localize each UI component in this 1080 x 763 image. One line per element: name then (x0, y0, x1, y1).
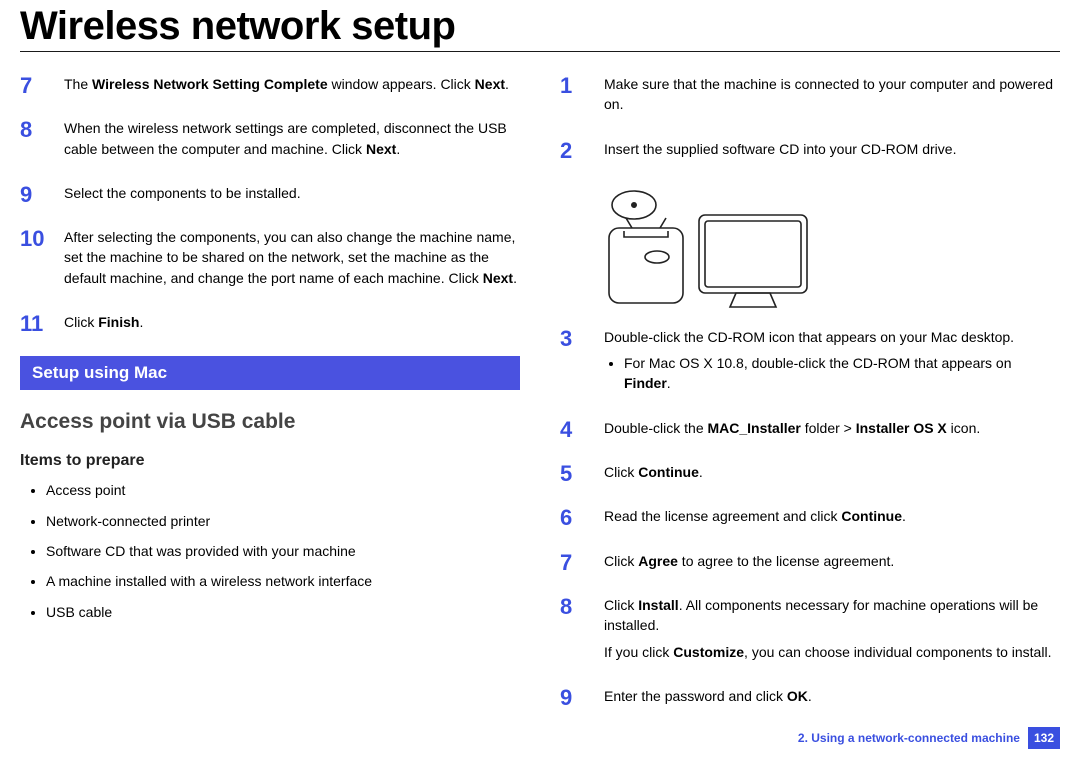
step-text: Double-click the CD-ROM icon that appear… (604, 327, 1060, 400)
step-number: 9 (560, 686, 604, 709)
step-number: 10 (20, 227, 64, 250)
step-number: 6 (560, 506, 604, 529)
step: 7Click Agree to agree to the license agr… (560, 551, 1060, 577)
step-paragraph: Click Finish. (64, 312, 520, 332)
step-paragraph: When the wireless network settings are c… (64, 118, 520, 159)
subsection-heading: Access point via USB cable (20, 410, 520, 434)
step-text: When the wireless network settings are c… (64, 118, 520, 165)
step-number: 8 (560, 595, 604, 618)
items-heading: Items to prepare (20, 452, 520, 470)
step-text: Insert the supplied software CD into you… (604, 139, 1060, 165)
list-item: Access point (46, 480, 520, 500)
step: 4Double-click the MAC_Installer folder >… (560, 418, 1060, 444)
step-paragraph: Select the components to be installed. (64, 183, 520, 203)
step: 5Click Continue. (560, 462, 1060, 488)
step-paragraph: Enter the password and click OK. (604, 686, 1060, 706)
figure (604, 183, 814, 313)
left-column: 7The Wireless Network Setting Complete w… (20, 74, 520, 730)
step-number: 11 (20, 312, 64, 335)
page: Wireless network setup 7The Wireless Net… (0, 0, 1080, 763)
step-number: 7 (20, 74, 64, 97)
items-list: Access point Network-connected printer Sof… (20, 480, 520, 621)
step-text: Enter the password and click OK. (604, 686, 1060, 712)
step-paragraph: Click Agree to agree to the license agre… (604, 551, 1060, 571)
step-number: 3 (560, 327, 604, 350)
list-item: USB cable (46, 602, 520, 622)
step-text: Click Agree to agree to the license agre… (604, 551, 1060, 577)
title-rule (20, 51, 1060, 52)
list-item: Software CD that was provided with your … (46, 541, 520, 561)
step: 9Select the components to be installed. (20, 183, 520, 209)
step-text: Click Install. All components necessary … (604, 595, 1060, 668)
step: 2Insert the supplied software CD into yo… (560, 139, 1060, 165)
page-title: Wireless network setup (20, 0, 1060, 51)
step: 8Click Install. All components necessary… (560, 595, 1060, 668)
step-paragraph: Read the license agreement and click Con… (604, 506, 1060, 526)
list-item: Network-connected printer (46, 511, 520, 531)
step-number: 8 (20, 118, 64, 141)
step-sublist-item: For Mac OS X 10.8, double-click the CD-R… (624, 353, 1060, 394)
step: 10After selecting the components, you ca… (20, 227, 520, 294)
step-text: Click Finish. (64, 312, 520, 338)
step-paragraph: The Wireless Network Setting Complete wi… (64, 74, 520, 94)
footer-chapter: 2. Using a network-connected machine (798, 731, 1020, 745)
step-number: 5 (560, 462, 604, 485)
step-text: Double-click the MAC_Installer folder > … (604, 418, 1060, 444)
step-number: 4 (560, 418, 604, 441)
step: 11Click Finish. (20, 312, 520, 338)
list-item: A machine installed with a wireless netw… (46, 571, 520, 591)
step: 9Enter the password and click OK. (560, 686, 1060, 712)
step-paragraph: Click Install. All components necessary … (604, 595, 1060, 636)
step-paragraph: Double-click the CD-ROM icon that appear… (604, 327, 1060, 347)
step-text: Select the components to be installed. (64, 183, 520, 209)
left-steps: 7The Wireless Network Setting Complete w… (20, 74, 520, 338)
columns: 7The Wireless Network Setting Complete w… (20, 74, 1060, 730)
step-paragraph: Double-click the MAC_Installer folder > … (604, 418, 1060, 438)
step-paragraph: Click Continue. (604, 462, 1060, 482)
right-steps: 1Make sure that the machine is connected… (560, 74, 1060, 712)
step-number: 1 (560, 74, 604, 97)
step-text: The Wireless Network Setting Complete wi… (64, 74, 520, 100)
step-number: 2 (560, 139, 604, 162)
step-number: 7 (560, 551, 604, 574)
step: 1Make sure that the machine is connected… (560, 74, 1060, 121)
cd-computer-figure (604, 183, 814, 313)
step-text: After selecting the components, you can … (64, 227, 520, 294)
section-banner: Setup using Mac (20, 356, 520, 390)
step-paragraph: If you click Customize, you can choose i… (604, 642, 1060, 662)
right-column: 1Make sure that the machine is connected… (560, 74, 1060, 730)
step: 3Double-click the CD-ROM icon that appea… (560, 327, 1060, 400)
step-paragraph: Insert the supplied software CD into you… (604, 139, 1060, 159)
step-text: Click Continue. (604, 462, 1060, 488)
step-sublist: For Mac OS X 10.8, double-click the CD-R… (604, 353, 1060, 394)
footer-page-number: 132 (1028, 727, 1060, 749)
step-paragraph: After selecting the components, you can … (64, 227, 520, 288)
step-text: Make sure that the machine is connected … (604, 74, 1060, 121)
step-number: 9 (20, 183, 64, 206)
step: 7The Wireless Network Setting Complete w… (20, 74, 520, 100)
step: 8When the wireless network settings are … (20, 118, 520, 165)
step: 6Read the license agreement and click Co… (560, 506, 1060, 532)
footer: 2. Using a network-connected machine 132 (798, 727, 1060, 749)
step-text: Read the license agreement and click Con… (604, 506, 1060, 532)
step-paragraph: Make sure that the machine is connected … (604, 74, 1060, 115)
